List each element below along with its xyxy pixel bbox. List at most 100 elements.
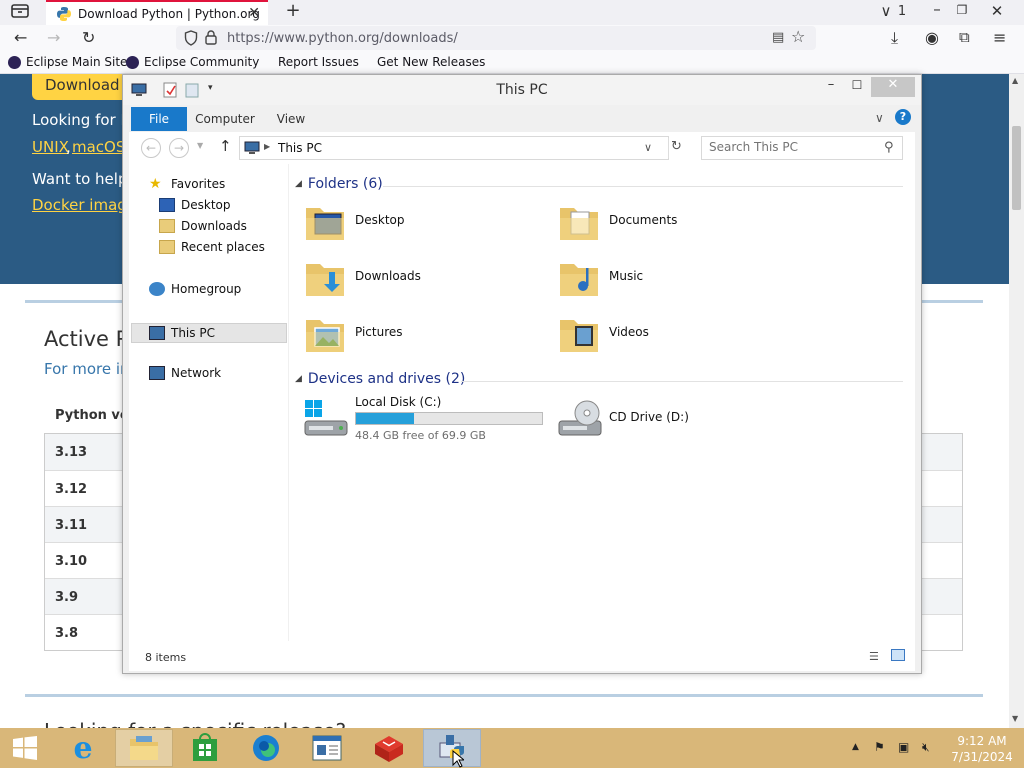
nav-item-recent[interactable]: Recent places <box>159 240 265 254</box>
tab-count[interactable]: 1 <box>896 4 908 19</box>
close-window-icon[interactable]: ✕ <box>988 2 1006 20</box>
folder-downloads[interactable]: Downloads <box>303 254 543 304</box>
address-bar[interactable]: https://www.python.org/downloads/ ▤ ☆ <box>176 26 816 50</box>
tab-file[interactable]: File <box>131 107 187 131</box>
refresh-icon[interactable]: ↻ <box>671 139 682 154</box>
folder-pictures[interactable]: Pictures <box>303 310 543 360</box>
large-icons-view-icon[interactable] <box>891 649 905 661</box>
minimize-icon[interactable]: – <box>928 0 946 18</box>
nav-item-desktop[interactable]: Desktop <box>159 198 231 212</box>
volume-muted-icon[interactable]: 🔇︎ <box>922 740 930 755</box>
nav-label: Favorites <box>171 177 226 191</box>
account-icon[interactable]: ◉ <box>925 28 939 47</box>
folder-videos[interactable]: Videos <box>557 310 797 360</box>
drive-c[interactable]: Local Disk (C:) 48.4 GB free of 69.9 GB <box>303 395 553 445</box>
back-arrow-icon[interactable]: ← <box>141 138 161 158</box>
nav-label: Desktop <box>181 198 231 212</box>
address-box[interactable]: ▶ This PC ∨ <box>239 136 669 160</box>
bookmark-label: Eclipse Community <box>144 55 260 69</box>
folder-desktop[interactable]: Desktop <box>303 198 543 248</box>
drive-d[interactable]: CD Drive (D:) <box>557 395 807 445</box>
search-icon[interactable]: ⚲ <box>884 140 894 155</box>
taskbar-internet-explorer[interactable]: e <box>54 729 112 767</box>
taskbar-filezilla[interactable] <box>360 729 418 767</box>
devices-group-header[interactable]: ◢ Devices and drives (2) <box>295 371 465 387</box>
scroll-down-icon[interactable]: ▼ <box>1012 714 1018 723</box>
address-dropdown-chevron-icon[interactable]: ∨ <box>644 141 652 154</box>
taskbar-notepad[interactable] <box>298 729 356 767</box>
bookmark-eclipse-community[interactable]: Eclipse Community <box>126 55 259 69</box>
page-scrollbar[interactable]: ▲ ▼ <box>1009 74 1024 728</box>
nav-item-favorites[interactable]: ★ Favorites <box>149 177 225 191</box>
ribbon-expand-chevron-icon[interactable]: ∨ <box>875 111 884 125</box>
taskbar-edge[interactable] <box>237 729 295 767</box>
clock[interactable]: 9:12 AM 7/31/2024 <box>950 733 1014 765</box>
search-input[interactable] <box>709 140 879 154</box>
url-text[interactable]: https://www.python.org/downloads/ <box>227 31 458 46</box>
taskbar-file-explorer[interactable] <box>115 729 173 767</box>
collapse-triangle-icon[interactable]: ◢ <box>295 179 302 189</box>
folder-music[interactable]: Music <box>557 254 797 304</box>
version-cell: 3.13 <box>55 445 88 460</box>
tab-overflow-chevron-icon[interactable]: ∨ <box>878 2 894 20</box>
docker-link[interactable]: Docker image <box>32 196 136 214</box>
tab-list-icon[interactable] <box>10 3 30 23</box>
macos-link[interactable]: macOS <box>72 138 125 156</box>
nav-label: Recent places <box>181 240 265 254</box>
unix-link[interactable]: UNIX <box>32 138 69 156</box>
search-field[interactable]: ⚲ <box>701 136 903 160</box>
tab-view[interactable]: View <box>269 107 313 131</box>
folder-documents[interactable]: Documents <box>557 198 797 248</box>
nav-label: Homegroup <box>171 282 242 296</box>
shield-icon[interactable] <box>184 30 198 49</box>
scrollbar-thumb[interactable] <box>1012 126 1021 210</box>
nav-item-homegroup[interactable]: Homegroup <box>149 282 241 296</box>
extensions-icon[interactable]: ⧉ <box>959 28 970 46</box>
reload-icon[interactable]: ↻ <box>82 28 95 47</box>
start-button[interactable] <box>0 729 50 767</box>
breadcrumb[interactable]: This PC <box>278 141 322 155</box>
tab-download-python[interactable]: Download Python | Python.org ✕ <box>46 0 268 25</box>
show-hidden-icons-icon[interactable]: ▲ <box>852 742 859 752</box>
tab-computer[interactable]: Computer <box>195 107 255 131</box>
taskbar-store[interactable] <box>176 729 234 767</box>
refresh-icon[interactable] <box>668 138 669 158</box>
item-count: 8 items <box>145 651 187 664</box>
menu-hamburger-icon[interactable]: ≡ <box>993 28 1006 47</box>
new-tab-icon[interactable]: + <box>284 0 302 21</box>
lock-icon[interactable] <box>205 30 217 48</box>
network-tray-icon[interactable]: ▣ <box>898 740 909 754</box>
specific-release-heading: Looking for a specific release? <box>44 719 346 728</box>
divider <box>25 694 983 697</box>
details-view-icon[interactable]: ☰ <box>869 650 879 663</box>
forward-arrow-icon[interactable]: → <box>169 138 189 158</box>
recent-locations-chevron-icon[interactable]: ▼ <box>197 141 203 150</box>
breadcrumb-separator-icon[interactable]: ▶ <box>264 142 270 151</box>
eclipse-icon <box>126 55 139 69</box>
scroll-up-icon[interactable]: ▲ <box>1012 76 1018 85</box>
folders-group-header[interactable]: ◢ Folders (6) <box>295 176 383 192</box>
explorer-titlebar[interactable]: ▾ This PC – ☐ ✕ <box>123 75 921 105</box>
nav-item-network[interactable]: Network <box>149 366 221 380</box>
collapse-triangle-icon[interactable]: ◢ <box>295 374 302 384</box>
edge-icon <box>253 735 279 761</box>
nav-item-downloads[interactable]: Downloads <box>159 219 247 233</box>
tab-close-icon[interactable]: ✕ <box>248 5 260 21</box>
bookmark-star-icon[interactable]: ☆ <box>791 27 805 46</box>
close-icon[interactable]: ✕ <box>871 77 915 97</box>
ribbon: File Computer View ∨ ? <box>123 105 921 131</box>
tab-title: Download Python | Python.org <box>78 6 260 21</box>
version-cell: 3.10 <box>55 554 88 569</box>
downloads-icon[interactable]: ⤓ <box>891 28 898 48</box>
bookmark-eclipse-main[interactable]: Eclipse Main Site <box>8 55 127 69</box>
back-arrow-icon[interactable]: ← <box>14 28 27 47</box>
up-arrow-icon[interactable]: ↑ <box>219 137 232 155</box>
forward-arrow-icon[interactable]: → <box>47 28 60 47</box>
bookmark-report-issues[interactable]: Report Issues <box>278 55 359 69</box>
bookmark-get-new-releases[interactable]: Get New Releases <box>377 55 485 69</box>
help-icon[interactable]: ? <box>895 109 911 125</box>
restore-icon[interactable]: ❐ <box>954 3 970 17</box>
action-center-flag-icon[interactable]: ⚑ <box>874 740 885 754</box>
reader-view-icon[interactable]: ▤ <box>772 30 784 45</box>
nav-item-this-pc[interactable]: This PC <box>131 323 287 343</box>
